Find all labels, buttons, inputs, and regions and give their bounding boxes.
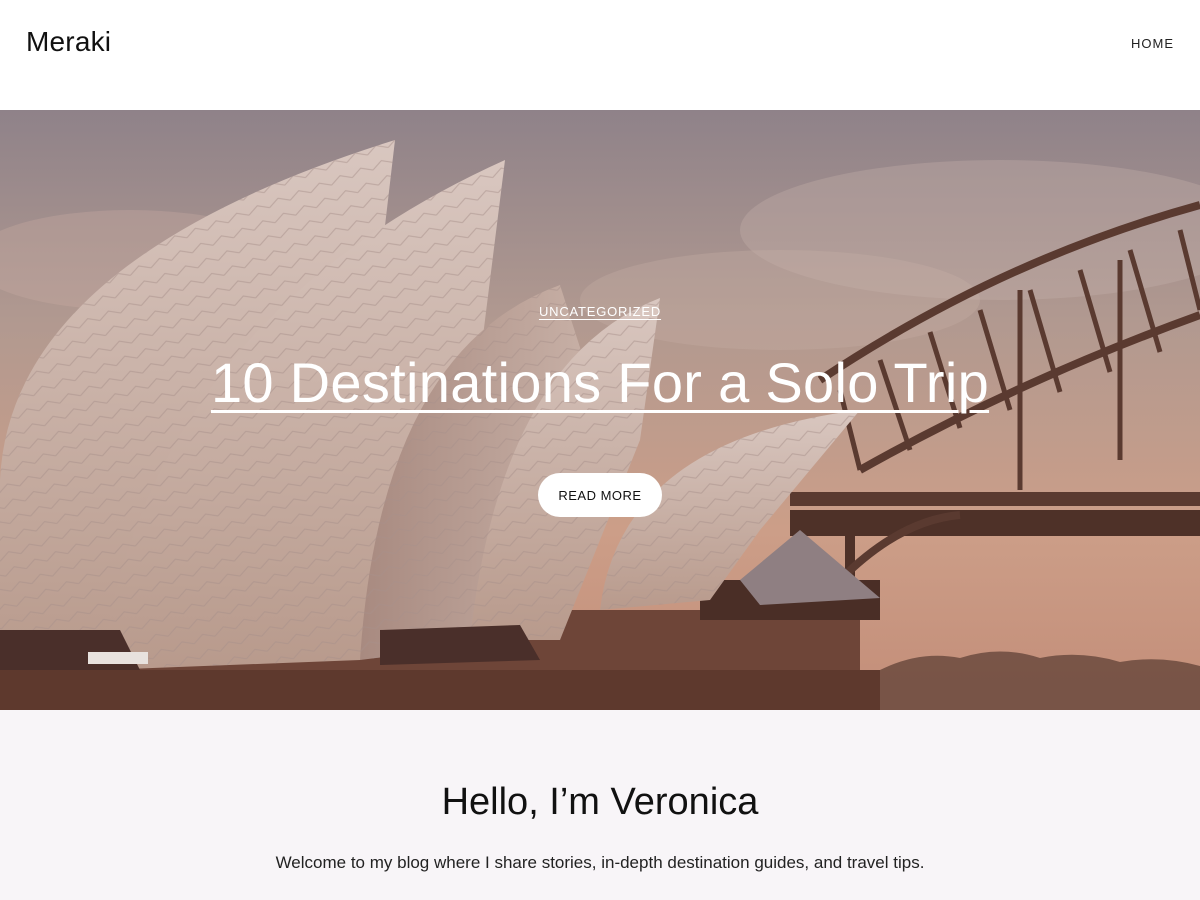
nav-item-home[interactable]: HOME (1131, 36, 1174, 51)
intro-heading: Hello, I’m Veronica (441, 781, 759, 823)
hero-featured-post: UNCATEGORIZED 10 Destinations For a Solo… (0, 110, 1200, 710)
intro-text: Welcome to my blog where I share stories… (275, 853, 925, 872)
site-header: Meraki HOME (0, 0, 1200, 110)
read-more-button[interactable]: READ MORE (538, 473, 662, 517)
main-navigation: HOME (1131, 36, 1174, 51)
site-title-link[interactable]: Meraki (26, 22, 111, 62)
post-category-link[interactable]: UNCATEGORIZED (0, 304, 1200, 319)
hero-content: UNCATEGORIZED 10 Destinations For a Solo… (0, 110, 1200, 710)
intro-section: Hello, I’m Veronica Welcome to my blog w… (0, 710, 1200, 900)
featured-post-title[interactable]: 10 Destinations For a Solo Trip (0, 348, 1200, 418)
